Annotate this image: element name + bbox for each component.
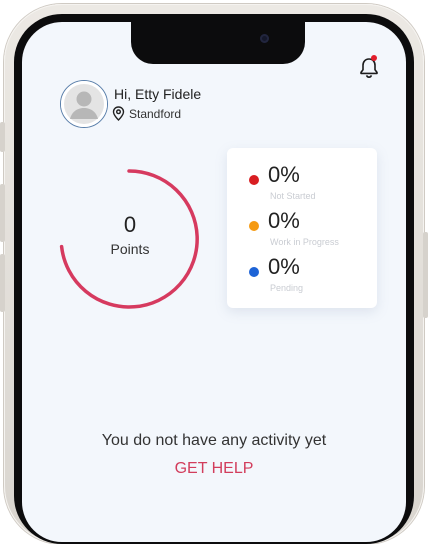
location-pin-icon xyxy=(112,106,125,121)
avatar-icon xyxy=(61,81,107,127)
status-card: 0% Not Started 0% Work in Progress 0% Pe… xyxy=(227,148,377,308)
points-gauge xyxy=(59,169,199,309)
empty-state-message: You do not have any activity yet xyxy=(101,432,327,449)
points-label: Points xyxy=(110,241,150,257)
app-screen: Hi, Etty Fidele Standford 0 Points 0% No… xyxy=(22,22,406,542)
notch xyxy=(131,22,305,64)
side-button xyxy=(423,232,428,318)
stat-value: 0% xyxy=(268,254,300,279)
stat-value: 0% xyxy=(268,208,300,233)
status-dot-orange xyxy=(249,221,259,231)
side-button xyxy=(0,184,5,242)
get-help-link[interactable]: GET HELP xyxy=(22,460,406,478)
side-button xyxy=(0,122,5,152)
status-dot-red xyxy=(249,175,259,185)
points-value: 0 xyxy=(123,212,137,237)
camera xyxy=(260,34,269,43)
stat-value: 0% xyxy=(268,162,300,187)
bell-icon[interactable] xyxy=(356,55,382,81)
notification-dot xyxy=(371,55,377,61)
stat-label: Work in Progress xyxy=(270,237,339,247)
stat-label: Pending xyxy=(270,283,304,293)
avatar[interactable] xyxy=(60,80,108,128)
user-greeting: Hi, Etty Fidele xyxy=(114,86,202,102)
status-dot-blue xyxy=(249,267,259,277)
stat-label: Not Started xyxy=(270,191,316,201)
side-button xyxy=(0,254,5,312)
location-text: Standford xyxy=(129,106,182,121)
location-row: Standford xyxy=(112,106,181,121)
phone-frame: Hi, Etty Fidele Standford 0 Points 0% No… xyxy=(0,4,428,544)
